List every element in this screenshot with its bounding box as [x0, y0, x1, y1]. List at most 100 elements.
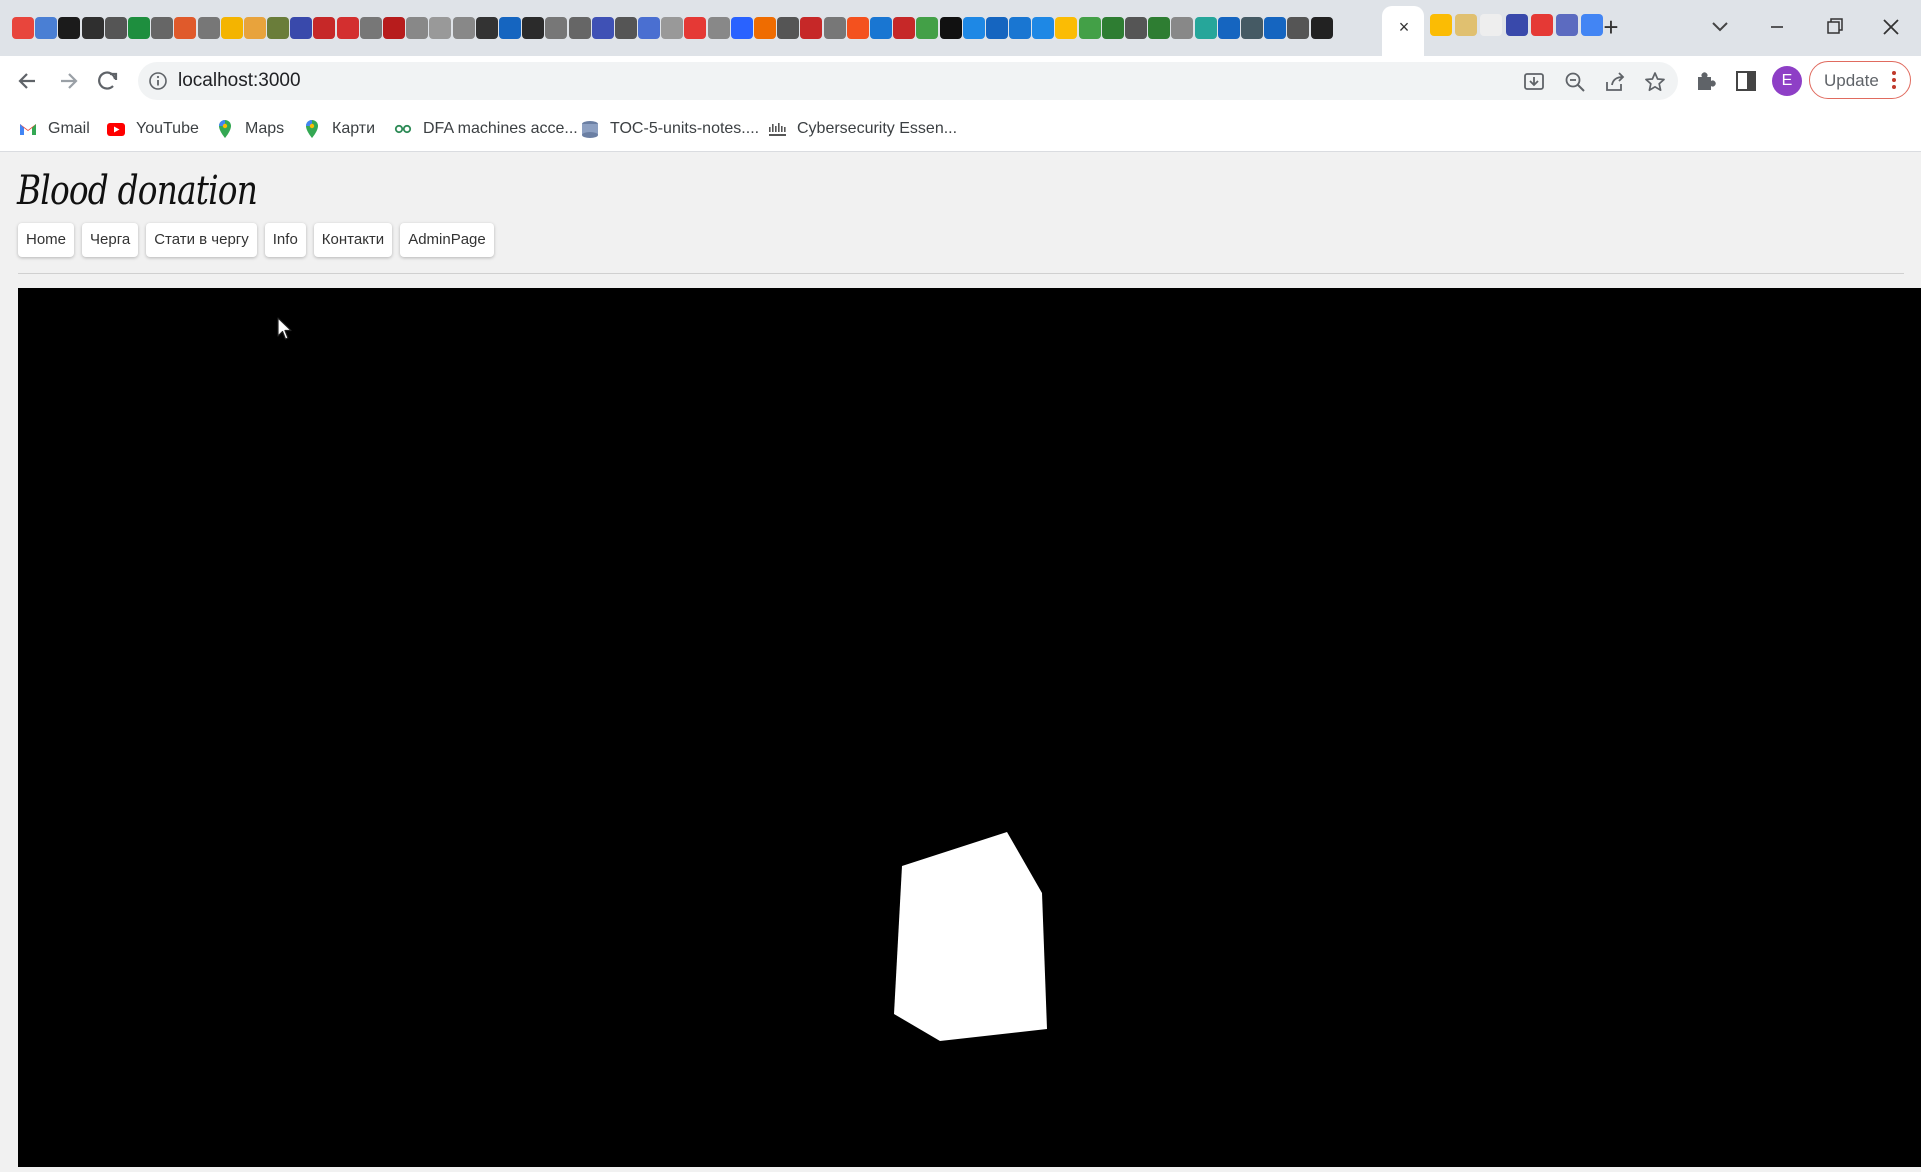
favicon-icon[interactable] — [475, 17, 498, 39]
forward-arrow-icon[interactable] — [53, 66, 83, 96]
favicon-icon[interactable] — [1287, 17, 1310, 39]
bookmark-cybersecurity[interactable]: Cybersecurity Essen... — [767, 117, 957, 141]
favicon-icon[interactable] — [846, 17, 869, 39]
address-bar[interactable]: localhost:3000 — [138, 62, 1678, 100]
favicon-icon[interactable] — [1505, 14, 1528, 36]
favicon-icon[interactable] — [754, 17, 776, 39]
reload-icon[interactable] — [93, 66, 123, 96]
favicon-icon[interactable] — [267, 17, 290, 39]
tab-search-icon[interactable] — [1708, 14, 1732, 40]
favicon-icon[interactable] — [127, 17, 150, 39]
favicon-icon[interactable] — [174, 17, 197, 39]
favicon-icon[interactable] — [1555, 14, 1578, 36]
favicon-icon[interactable] — [1171, 17, 1194, 39]
bookmark-youtube[interactable]: YouTube — [106, 117, 199, 141]
favicon-icon[interactable] — [985, 17, 1008, 39]
profile-avatar[interactable]: E — [1772, 66, 1802, 96]
favicon-icon[interactable] — [522, 17, 545, 39]
favicon-icon[interactable] — [104, 17, 127, 39]
bookmark-maps[interactable]: Maps — [215, 117, 284, 141]
side-panel-icon[interactable] — [1733, 68, 1759, 94]
favicon-icon[interactable] — [730, 17, 753, 39]
favicon-icon[interactable] — [1148, 17, 1171, 39]
favicon-icon[interactable] — [1240, 17, 1263, 39]
favicon-icon[interactable] — [1310, 17, 1333, 39]
favicon-icon[interactable] — [406, 17, 429, 39]
favicon-icon[interactable] — [684, 17, 707, 39]
nav-home[interactable]: Home — [18, 223, 75, 257]
favicon-icon[interactable] — [197, 17, 220, 39]
favicon-icon[interactable] — [638, 17, 661, 39]
bookmark-karty[interactable]: Карти — [302, 117, 375, 141]
favicon-icon[interactable] — [243, 17, 266, 39]
nav-join-queue[interactable]: Стати в чергу — [146, 223, 257, 257]
favicon-icon[interactable] — [1101, 17, 1124, 39]
favicon-icon[interactable] — [823, 17, 846, 39]
extensions-puzzle-icon[interactable] — [1693, 68, 1719, 94]
favicon-icon[interactable] — [151, 17, 174, 39]
nav-info[interactable]: Info — [264, 223, 306, 257]
favicon-icon[interactable] — [614, 17, 637, 39]
bookmark-star-icon[interactable] — [1643, 70, 1667, 94]
favicon-icon[interactable] — [1032, 17, 1055, 39]
favicon-icon[interactable] — [1480, 14, 1503, 36]
favicon-icon[interactable] — [220, 17, 243, 39]
minimize-icon[interactable] — [1763, 14, 1791, 40]
favicon-icon[interactable] — [661, 17, 684, 39]
favicon-icon[interactable] — [1125, 17, 1147, 39]
bookmark-toc-notes[interactable]: TOC-5-units-notes.... — [580, 117, 759, 141]
favicon-icon[interactable] — [962, 17, 985, 39]
zoom-icon[interactable] — [1563, 70, 1587, 94]
favicon-icon[interactable] — [1455, 14, 1478, 36]
favicon-icon[interactable] — [429, 17, 452, 39]
favicon-icon[interactable] — [452, 17, 475, 39]
favicon-icon[interactable] — [1264, 17, 1287, 39]
rotating-cube[interactable] — [894, 832, 1047, 1041]
favicon-icon[interactable] — [359, 17, 382, 39]
favicon-icon[interactable] — [800, 17, 823, 39]
nav-queue[interactable]: Черга — [82, 223, 139, 257]
share-icon[interactable] — [1603, 70, 1627, 94]
favicon-icon[interactable] — [81, 17, 104, 39]
restore-icon[interactable] — [1820, 14, 1848, 40]
favicon-icon[interactable] — [12, 17, 34, 39]
favicon-icon[interactable] — [707, 17, 730, 39]
favicon-icon[interactable] — [568, 17, 591, 39]
favicon-icon[interactable] — [58, 17, 81, 39]
favicon-icon[interactable] — [545, 17, 568, 39]
favicon-icon[interactable] — [591, 17, 614, 39]
menu-kebab-icon[interactable] — [1890, 69, 1898, 91]
favicon-icon[interactable] — [893, 17, 916, 39]
update-button[interactable]: Update — [1809, 61, 1911, 99]
back-arrow-icon[interactable] — [13, 66, 43, 96]
nav-contacts[interactable]: Контакти — [313, 223, 393, 257]
favicon-icon[interactable] — [313, 17, 336, 39]
site-info-icon[interactable] — [148, 71, 168, 91]
bookmark-gmail[interactable]: Gmail — [18, 117, 90, 141]
brand-logo[interactable]: Blood donation — [17, 163, 258, 219]
favicon-icon[interactable] — [1194, 17, 1217, 39]
favicon-icon[interactable] — [1078, 17, 1101, 39]
address-text[interactable]: localhost:3000 — [178, 70, 301, 92]
favicon-icon[interactable] — [1009, 17, 1032, 39]
favicon-icon[interactable] — [336, 17, 359, 39]
bookmark-dfa[interactable]: DFA machines acce... — [393, 117, 578, 141]
favicon-icon[interactable] — [383, 17, 405, 39]
favicon-icon[interactable] — [916, 17, 939, 39]
favicon-icon[interactable] — [290, 17, 313, 39]
nav-admin-page[interactable]: AdminPage — [400, 223, 494, 257]
favicon-icon[interactable] — [35, 17, 58, 39]
install-app-icon[interactable] — [1522, 70, 1546, 94]
favicon-icon[interactable] — [1217, 17, 1240, 39]
window-close-icon[interactable] — [1876, 12, 1906, 42]
tab-close-icon[interactable]: × — [1396, 16, 1412, 38]
favicon-icon[interactable] — [1430, 14, 1452, 36]
new-tab-button[interactable]: + — [1598, 14, 1624, 42]
favicon-icon[interactable] — [1530, 14, 1553, 36]
favicon-icon[interactable] — [939, 17, 962, 39]
threejs-canvas[interactable] — [18, 288, 1921, 1167]
favicon-icon[interactable] — [498, 17, 521, 39]
favicon-icon[interactable] — [869, 17, 892, 39]
favicon-icon[interactable] — [1055, 17, 1078, 39]
favicon-icon[interactable] — [777, 17, 800, 39]
